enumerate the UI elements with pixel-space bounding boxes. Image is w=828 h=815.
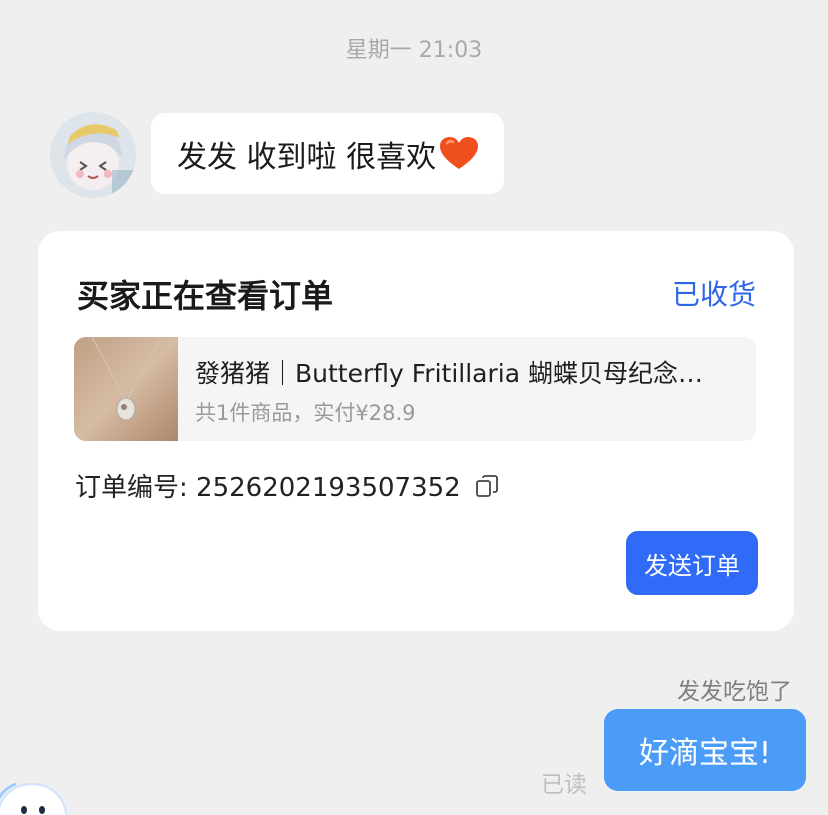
outgoing-message-text: 好滴宝宝! (638, 736, 772, 771)
order-card[interactable]: 买家正在查看订单 已收货 發猪猪｜Butterfly Fritillaria 蝴… (38, 231, 794, 631)
avatar-image (50, 112, 136, 198)
heart-emoji-icon (440, 136, 479, 169)
product-payment-summary: 共1件商品，实付¥28.9 (195, 401, 416, 425)
outgoing-message-bubble[interactable]: 好滴宝宝! (604, 709, 806, 791)
copy-icon[interactable] (475, 474, 499, 498)
order-number-row: 订单编号: 2526202193507352 (75, 467, 499, 504)
order-status-badge: 已收货 (671, 278, 756, 311)
product-thumbnail (74, 337, 178, 441)
order-product-item[interactable]: 發猪猪｜Butterfly Fritillaria 蝴蝶贝母纪念… 共1件商品，… (74, 337, 756, 441)
read-status: 已读 (541, 772, 587, 798)
mascot-icon[interactable] (0, 770, 72, 815)
necklace-photo (74, 337, 178, 441)
sender-nickname: 发发吃饱了 (677, 679, 792, 705)
incoming-message-bubble[interactable]: 发发 收到啦 很喜欢 (151, 113, 505, 194)
message-timestamp: 星期一 21:03 (345, 38, 483, 63)
incoming-message-text: 发发 收到啦 很喜欢 (177, 139, 437, 175)
order-number-text: 订单编号: 2526202193507352 (75, 473, 461, 503)
chat-screen: 星期一 21:03 发发 收到啦 很喜欢 买家正在查看订单 已收货 發猪猪｜Bu… (0, 0, 828, 815)
order-card-title: 买家正在查看订单 (77, 277, 334, 315)
product-name: 發猪猪｜Butterfly Fritillaria 蝴蝶贝母纪念… (195, 359, 703, 388)
buyer-avatar[interactable] (50, 112, 136, 198)
send-order-button[interactable]: 发送订单 (626, 531, 758, 595)
